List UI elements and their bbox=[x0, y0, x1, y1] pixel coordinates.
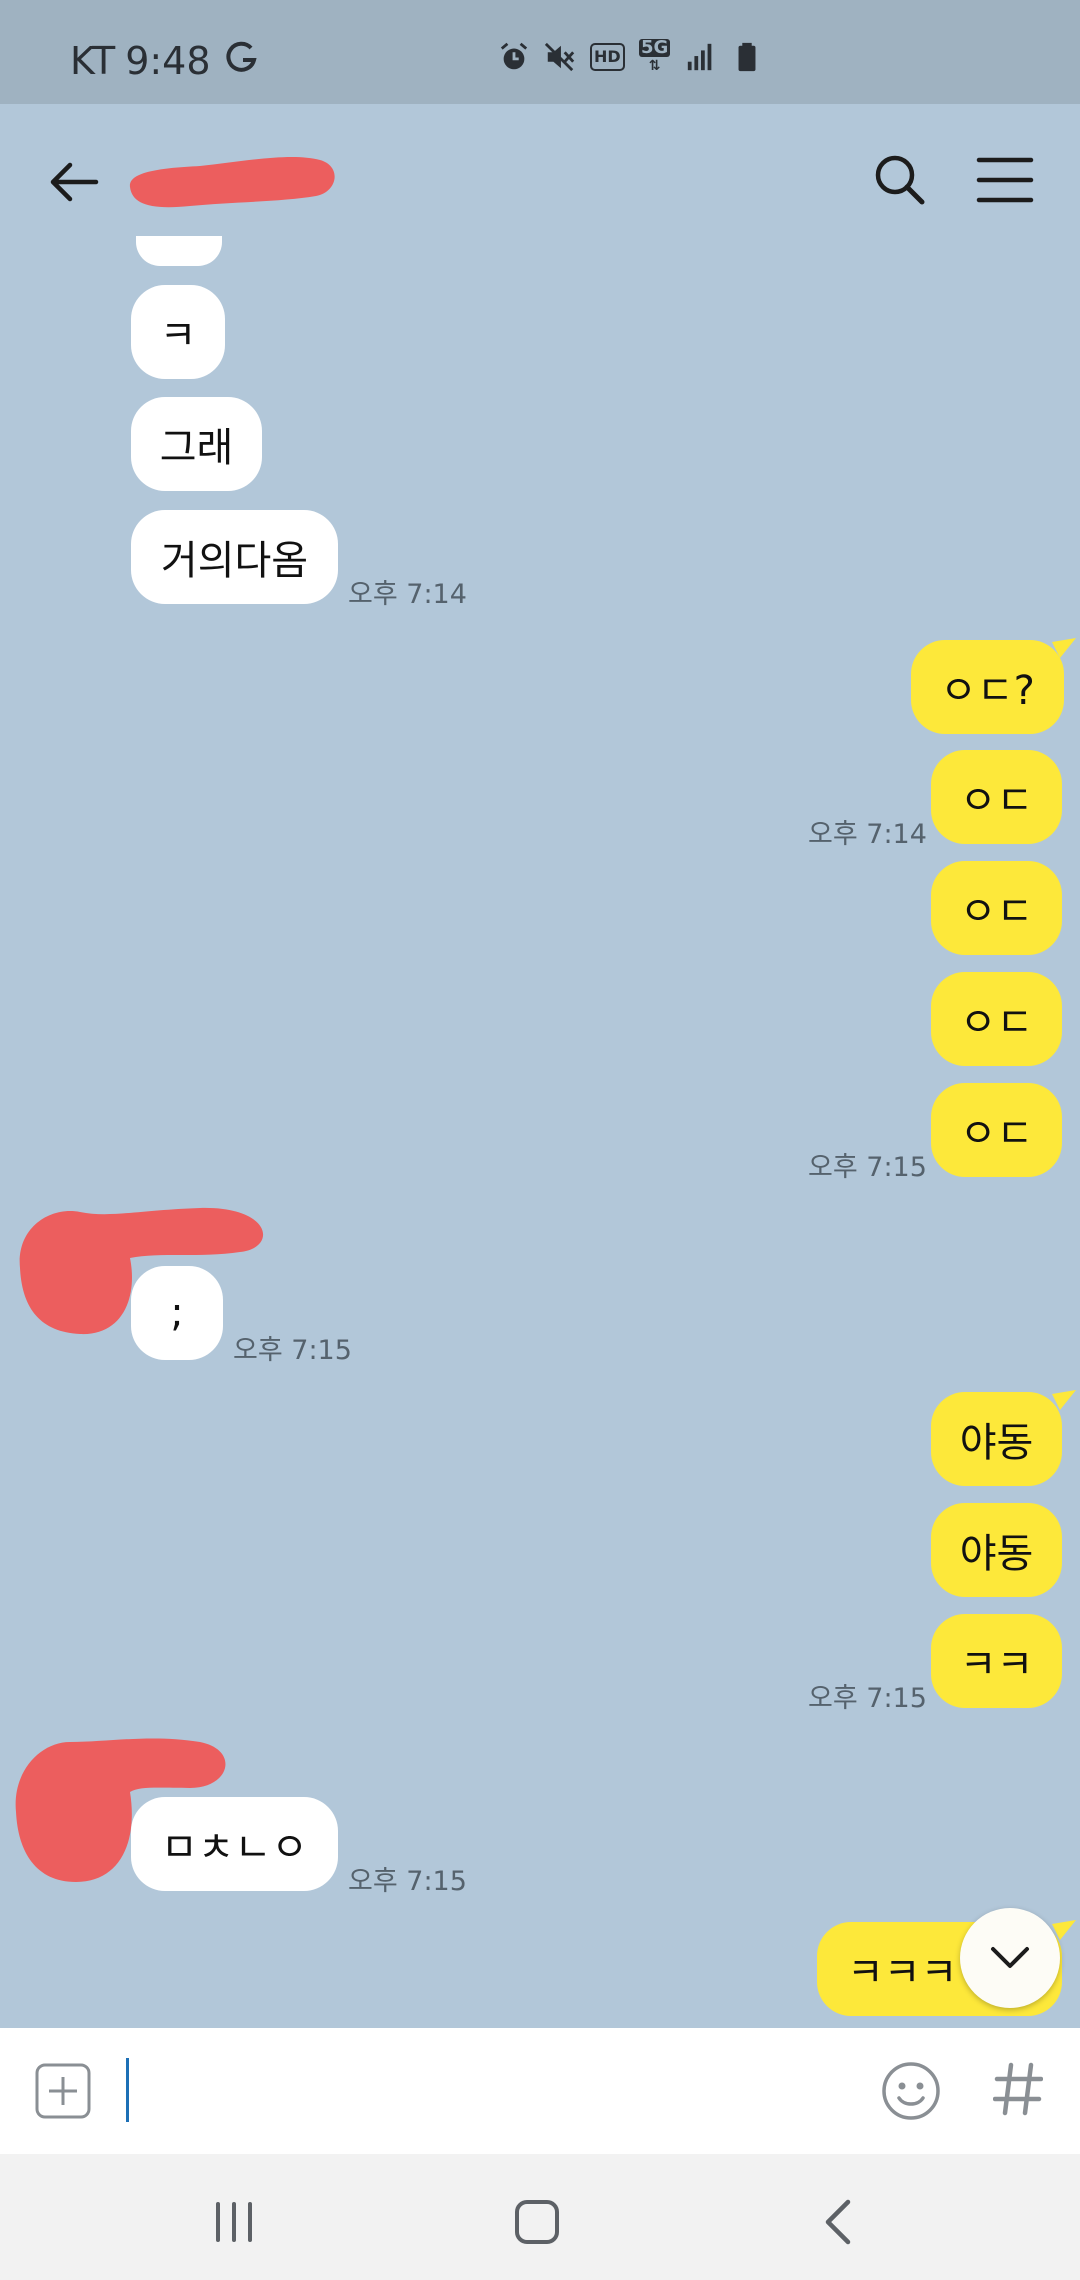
emoticon-button[interactable] bbox=[880, 2060, 942, 2122]
menu-button[interactable] bbox=[975, 152, 1035, 208]
plus-icon bbox=[35, 2063, 91, 2119]
search-button[interactable] bbox=[870, 150, 930, 210]
chat-title-redacted bbox=[120, 132, 340, 222]
back-arrow-icon bbox=[50, 162, 99, 202]
message-bubble-incoming[interactable]: 그래 bbox=[131, 397, 262, 491]
message-text: ㅇㄷ bbox=[959, 889, 1034, 935]
message-bubble-incoming[interactable]: ; bbox=[131, 1266, 223, 1360]
message-text: ㅁㅊㄴㅇ bbox=[160, 1825, 309, 1871]
message-bubble-outgoing[interactable]: ㅇㄷ? bbox=[911, 640, 1064, 734]
message-bubble-outgoing[interactable]: ㅋㅋ bbox=[931, 1614, 1062, 1708]
attach-button[interactable] bbox=[34, 2062, 92, 2120]
status-left: KT 9:48 bbox=[70, 36, 261, 85]
message-bubble-outgoing[interactable]: 야동 bbox=[931, 1503, 1062, 1597]
alarm-icon bbox=[498, 40, 530, 74]
hash-icon bbox=[993, 2062, 1043, 2116]
message-text: ㅇㄷ bbox=[959, 778, 1034, 824]
message-text: 야동 bbox=[959, 1420, 1034, 1466]
carrier-label: KT bbox=[70, 38, 116, 83]
message-bubble-outgoing[interactable]: 야동 bbox=[931, 1392, 1062, 1486]
hd-icon: HD bbox=[590, 43, 625, 71]
message-text: ㅇㄷ? bbox=[940, 668, 1035, 714]
status-bar: KT 9:48 HD 5G ⇅ bbox=[0, 0, 1080, 104]
home-button[interactable] bbox=[507, 2192, 567, 2252]
menu-icon bbox=[976, 157, 1034, 203]
clock-label: 9:48 bbox=[125, 38, 211, 83]
chat-header bbox=[0, 104, 1080, 254]
message-timestamp: 오후 7:15 bbox=[348, 1866, 467, 1897]
home-icon bbox=[515, 2200, 559, 2244]
system-back-button[interactable] bbox=[810, 2192, 870, 2252]
back-button[interactable] bbox=[44, 152, 104, 212]
message-text: ; bbox=[170, 1290, 184, 1336]
signal-icon bbox=[685, 40, 717, 74]
message-timestamp: 오후 7:15 bbox=[808, 1683, 927, 1714]
hashtag-search-button[interactable] bbox=[990, 2054, 1046, 2124]
5g-arrows-icon: ⇅ bbox=[648, 58, 661, 74]
text-cursor bbox=[126, 2058, 129, 2122]
bubble-tail bbox=[1052, 1390, 1076, 1410]
message-bubble-incoming[interactable]: ㅁㅊㄴㅇ bbox=[131, 1797, 338, 1891]
scroll-to-bottom-button[interactable] bbox=[960, 1908, 1060, 2008]
message-text: 거의다옴 bbox=[160, 538, 309, 584]
message-bubble-partial bbox=[136, 236, 222, 266]
5g-label: 5G bbox=[639, 37, 671, 58]
message-text: ㅋㅋ bbox=[959, 1642, 1034, 1688]
message-timestamp: 오후 7:14 bbox=[808, 819, 927, 850]
message-input-bar bbox=[0, 2028, 1080, 2154]
message-text: ㅇㄷ bbox=[959, 1111, 1034, 1157]
recents-icon bbox=[216, 2202, 252, 2242]
message-bubble-incoming[interactable]: ㅋ bbox=[131, 285, 225, 379]
message-text: 야동 bbox=[959, 1531, 1034, 1577]
recents-button[interactable] bbox=[204, 2192, 264, 2252]
message-bubble-incoming[interactable]: 거의다옴 bbox=[131, 510, 338, 604]
message-text: ㅋ bbox=[159, 313, 197, 359]
mute-icon bbox=[544, 40, 576, 74]
message-timestamp: 오후 7:15 bbox=[808, 1152, 927, 1183]
message-input[interactable] bbox=[124, 2052, 864, 2130]
battery-icon bbox=[731, 40, 763, 74]
bubble-tail bbox=[1052, 638, 1076, 658]
5g-icon: 5G ⇅ bbox=[639, 37, 671, 74]
message-timestamp: 오후 7:15 bbox=[233, 1335, 352, 1366]
chevron-down-icon bbox=[991, 1947, 1029, 1968]
search-icon bbox=[875, 155, 925, 205]
message-text: 그래 bbox=[159, 425, 234, 471]
message-bubble-outgoing[interactable]: ㅇㄷ bbox=[931, 1083, 1062, 1177]
system-navigation-bar bbox=[0, 2154, 1080, 2280]
message-timestamp: 오후 7:14 bbox=[348, 579, 467, 610]
system-back-icon bbox=[825, 2199, 851, 2245]
status-icons: HD 5G ⇅ bbox=[498, 37, 763, 74]
message-text: ㅇㄷ bbox=[959, 1000, 1034, 1046]
g-icon bbox=[221, 36, 261, 85]
message-bubble-outgoing[interactable]: ㅇㄷ bbox=[931, 750, 1062, 844]
smiley-icon bbox=[882, 2062, 940, 2120]
message-bubble-outgoing[interactable]: ㅇㄷ bbox=[931, 861, 1062, 955]
message-bubble-outgoing[interactable]: ㅇㄷ bbox=[931, 972, 1062, 1066]
